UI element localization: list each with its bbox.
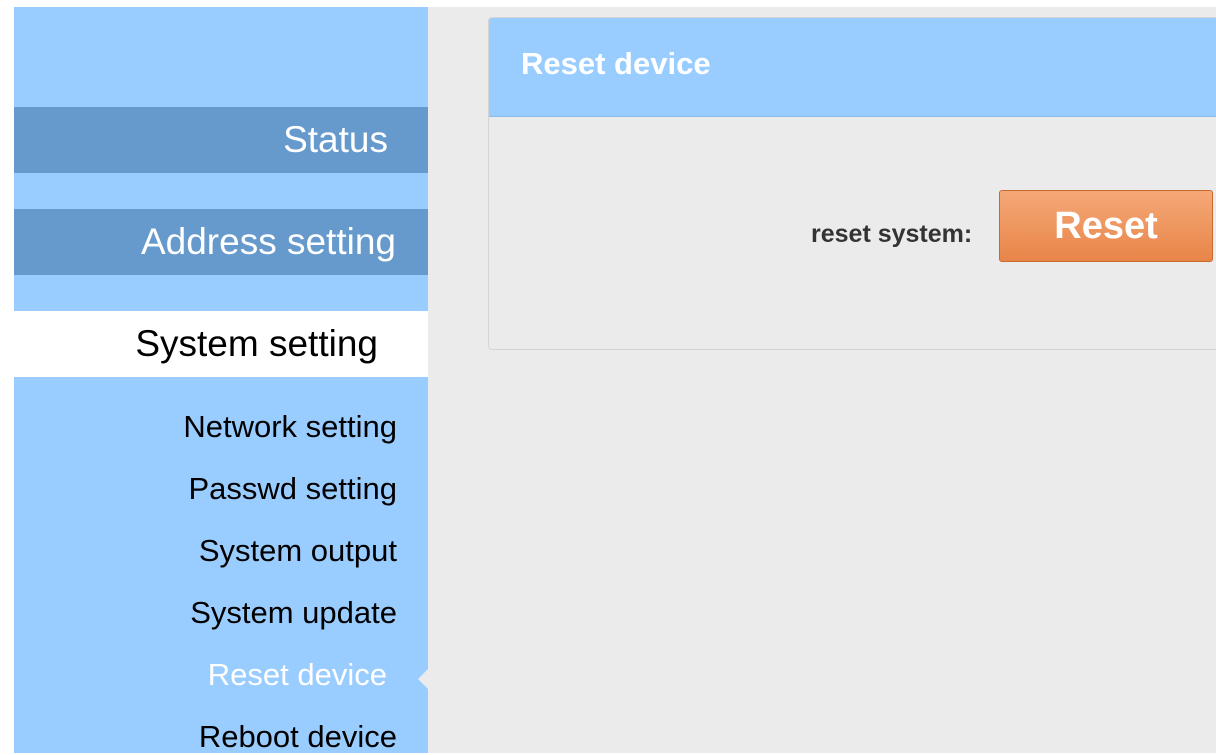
sub-item-reset-device[interactable]: Reset device: [208, 657, 387, 693]
sidebar: Status Address setting System setting Ne…: [14, 7, 428, 755]
sub-item-system-output[interactable]: System output: [199, 533, 397, 569]
reset-button[interactable]: Reset: [999, 190, 1213, 262]
sub-item-system-update[interactable]: System update: [190, 595, 397, 631]
nav-item-system-setting-label: System setting: [135, 323, 378, 364]
sub-item-passwd-setting[interactable]: Passwd setting: [189, 471, 398, 507]
sub-item-network-setting[interactable]: Network setting: [183, 409, 397, 445]
nav-item-address-setting[interactable]: Address setting: [14, 209, 428, 275]
active-pointer-icon: [418, 669, 428, 689]
nav-item-status-label: Status: [283, 119, 388, 160]
reset-device-panel: Reset device reset system: Reset: [488, 17, 1216, 350]
nav-item-status[interactable]: Status: [14, 107, 428, 173]
panel-title: Reset device: [489, 18, 1216, 117]
reset-system-label: reset system:: [811, 220, 973, 248]
main-content: Reset device reset system: Reset: [428, 7, 1216, 753]
nav-item-system-setting[interactable]: System setting: [14, 311, 428, 377]
sub-item-reboot-device[interactable]: Reboot device: [199, 719, 397, 755]
nav-item-address-setting-label: Address setting: [140, 221, 396, 262]
